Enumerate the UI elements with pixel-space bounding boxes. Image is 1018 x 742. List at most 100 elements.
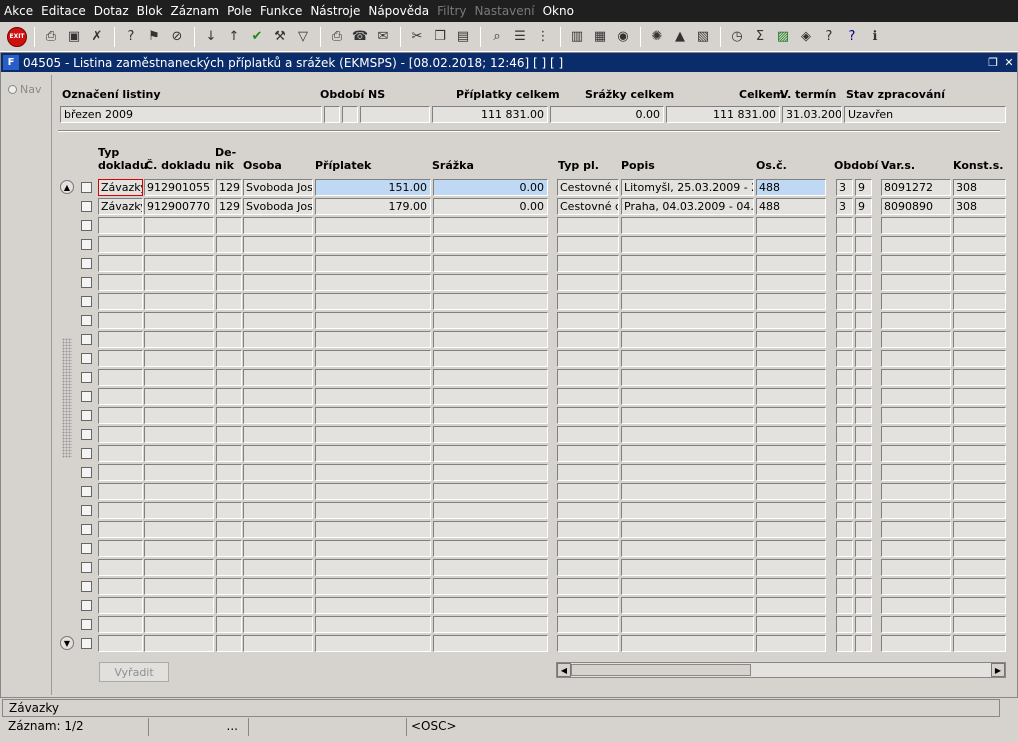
cell-ob1[interactable] [836, 255, 853, 272]
cell-denik[interactable] [216, 521, 242, 538]
cell-osc[interactable] [756, 217, 826, 234]
cell-priplatek[interactable]: 179.00 [315, 198, 431, 215]
cell-ob1[interactable]: 3 [836, 198, 853, 215]
cell-srazka[interactable] [433, 464, 548, 481]
cell-konst[interactable] [953, 217, 1006, 234]
cell-osoba[interactable] [243, 350, 313, 367]
cell-srazka[interactable] [433, 445, 548, 462]
cell-vars[interactable] [881, 616, 951, 633]
cell-srazka[interactable] [433, 616, 548, 633]
menu-item-0[interactable]: Akce [4, 4, 33, 18]
cell-ob2[interactable] [855, 616, 872, 633]
cell-popis[interactable] [621, 255, 754, 272]
cell-srazka[interactable]: 0.00 [433, 198, 548, 215]
cell-cdok[interactable] [144, 521, 214, 538]
cell-typ[interactable] [98, 426, 143, 443]
cell-cdok[interactable] [144, 559, 214, 576]
cell-popis[interactable] [621, 369, 754, 386]
fax-icon[interactable]: ☎ [349, 26, 371, 48]
help-icon[interactable]: ? [818, 26, 840, 48]
row-checkbox[interactable] [81, 372, 92, 383]
cell-ob1[interactable] [836, 388, 853, 405]
print-preview-icon[interactable]: ⎙ [40, 26, 62, 48]
cell-denik[interactable] [216, 559, 242, 576]
row-checkbox[interactable] [81, 524, 92, 535]
map-icon[interactable]: ▲ [669, 26, 691, 48]
cell-konst[interactable] [953, 445, 1006, 462]
cell-osoba[interactable] [243, 369, 313, 386]
cell-konst[interactable]: 308 [953, 198, 1006, 215]
cell-denik[interactable]: 129 [216, 198, 242, 215]
cell-typ[interactable] [98, 483, 143, 500]
cell-srazka[interactable] [433, 540, 548, 557]
cell-konst[interactable] [953, 464, 1006, 481]
cell-denik[interactable]: 129 [216, 179, 242, 196]
cell-ob2[interactable] [855, 350, 872, 367]
row-checkbox[interactable] [81, 201, 92, 212]
cell-denik[interactable] [216, 312, 242, 329]
cell-denik[interactable] [216, 388, 242, 405]
row-checkbox[interactable] [81, 410, 92, 421]
srazky-field[interactable]: 0.00 [550, 106, 664, 123]
menu-item-3[interactable]: Blok [137, 4, 163, 18]
cell-vars[interactable]: 8090890 [881, 198, 951, 215]
cell-denik[interactable] [216, 445, 242, 462]
cell-srazka[interactable] [433, 217, 548, 234]
obdobi-field-1[interactable] [324, 106, 340, 123]
cell-srazka[interactable] [433, 578, 548, 595]
cell-typpl[interactable] [557, 312, 619, 329]
row-checkbox[interactable] [81, 182, 92, 193]
cell-ob1[interactable] [836, 483, 853, 500]
cell-denik[interactable] [216, 464, 242, 481]
cell-osc[interactable] [756, 540, 826, 557]
cell-ob1[interactable] [836, 236, 853, 253]
cell-cdok[interactable] [144, 616, 214, 633]
row-checkbox[interactable] [81, 296, 92, 307]
cell-popis[interactable] [621, 559, 754, 576]
cell-osc[interactable] [756, 293, 826, 310]
cell-typ[interactable] [98, 236, 143, 253]
cell-ob2[interactable] [855, 521, 872, 538]
cell-ob2[interactable] [855, 597, 872, 614]
cell-typpl[interactable]: Cestovné ci [557, 179, 619, 196]
cell-typ[interactable] [98, 635, 143, 652]
cell-ob2[interactable] [855, 369, 872, 386]
cell-osc[interactable] [756, 521, 826, 538]
cell-osc[interactable] [756, 483, 826, 500]
cell-cdok[interactable] [144, 217, 214, 234]
cell-typpl[interactable] [557, 426, 619, 443]
cell-typpl[interactable] [557, 236, 619, 253]
cell-ob1[interactable] [836, 293, 853, 310]
cell-denik[interactable] [216, 331, 242, 348]
cell-typ[interactable]: Závazky [98, 179, 143, 196]
cell-typpl[interactable]: Cestovné ci [557, 198, 619, 215]
cell-priplatek[interactable] [315, 331, 431, 348]
cell-priplatek[interactable] [315, 312, 431, 329]
cell-ob2[interactable] [855, 312, 872, 329]
query-exec-icon[interactable]: ⚑ [143, 26, 165, 48]
cell-priplatek[interactable] [315, 483, 431, 500]
horizontal-scrollbar[interactable]: ◀ ▶ [556, 662, 1006, 678]
menu-item-8[interactable]: Nápověda [368, 4, 429, 18]
cell-cdok[interactable] [144, 445, 214, 462]
cell-vars[interactable] [881, 559, 951, 576]
cell-ob1[interactable] [836, 331, 853, 348]
cell-typ[interactable] [98, 255, 143, 272]
tools-icon[interactable]: ⚒ [269, 26, 291, 48]
cell-vars[interactable] [881, 578, 951, 595]
filter-icon[interactable]: ▽ [292, 26, 314, 48]
cell-vars[interactable]: 8091272 [881, 179, 951, 196]
tree-icon[interactable]: ⋮ [532, 26, 554, 48]
cell-ob1[interactable] [836, 426, 853, 443]
cell-osoba[interactable] [243, 502, 313, 519]
row-checkbox[interactable] [81, 562, 92, 573]
cell-popis[interactable] [621, 388, 754, 405]
info-icon[interactable]: ℹ [864, 26, 886, 48]
cell-srazka[interactable] [433, 407, 548, 424]
cell-priplatek[interactable] [315, 540, 431, 557]
row-checkbox[interactable] [81, 619, 92, 630]
cell-cdok[interactable] [144, 236, 214, 253]
row-checkbox[interactable] [81, 277, 92, 288]
cell-typ[interactable] [98, 616, 143, 633]
cell-priplatek[interactable] [315, 293, 431, 310]
